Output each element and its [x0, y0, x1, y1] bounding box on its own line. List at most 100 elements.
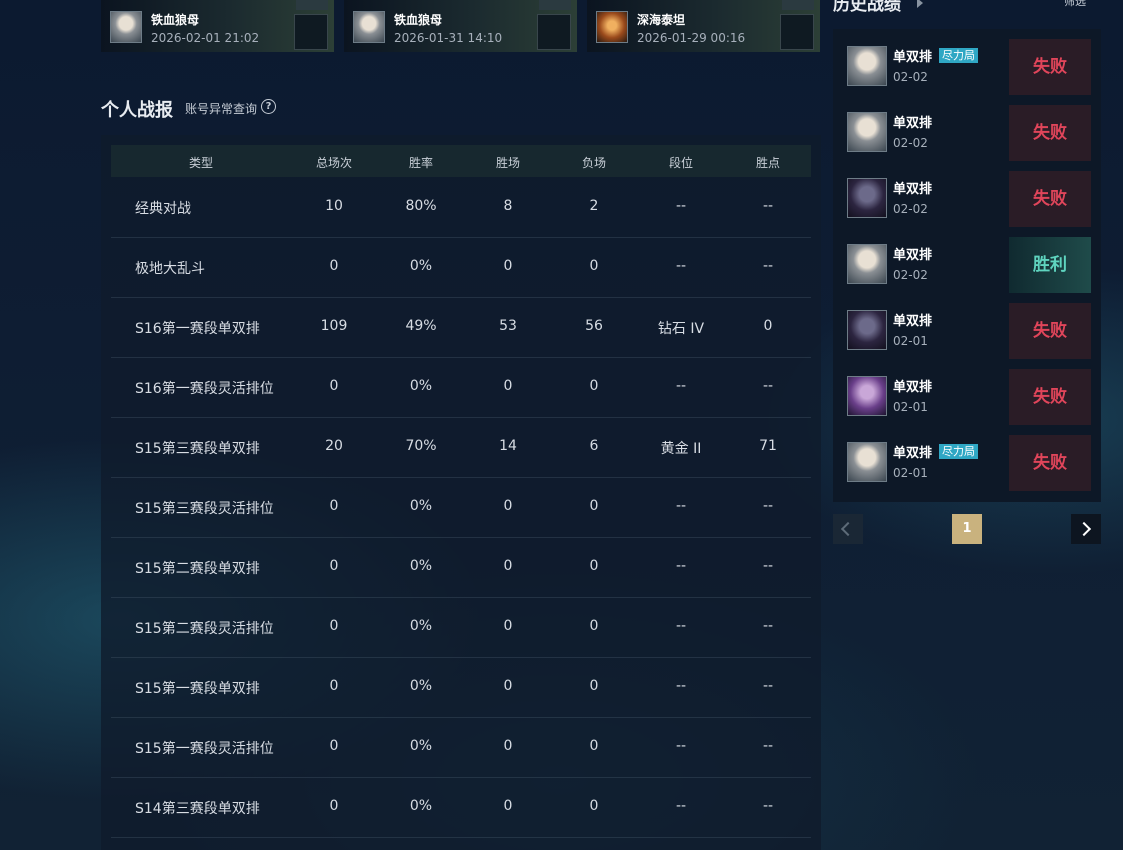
- match-history-item[interactable]: 单双排 02-01 失败: [843, 369, 1091, 425]
- row-rank: --: [675, 738, 687, 754]
- row-type: S15第二赛段灵活排位: [135, 621, 274, 637]
- row-winrate: 70%: [405, 438, 437, 454]
- row-total: 0: [329, 258, 339, 274]
- row-rank: --: [675, 198, 687, 214]
- table-row: S15第一赛段单双排 0 0% 0 0 -- --: [111, 657, 811, 718]
- row-wins: 0: [503, 558, 513, 574]
- match-history-item[interactable]: 单双排 02-02 失败: [843, 105, 1091, 161]
- match-result: 失败: [1009, 39, 1091, 95]
- row-type: S14第三赛段单双排: [135, 801, 260, 817]
- champion-portrait: [353, 11, 385, 43]
- match-mode: 单双排: [893, 380, 933, 395]
- recent-game-card[interactable]: 铁血狼母 2026-02-01 21:02: [101, 0, 334, 52]
- table-row: S16第一赛段灵活排位 0 0% 0 0 -- --: [111, 357, 811, 418]
- table-row: S15第三赛段灵活排位 0 0% 0 0 -- --: [111, 477, 811, 538]
- match-date: 02-02: [893, 136, 928, 150]
- row-losses: 2: [589, 198, 599, 214]
- match-date: 02-02: [893, 202, 928, 216]
- table-header: 类型 总场次 胜率 胜场 负场 段位 胜点: [111, 145, 811, 177]
- row-rank: 黄金 II: [660, 441, 702, 457]
- row-wins: 0: [503, 798, 513, 814]
- row-winrate: 80%: [405, 198, 437, 214]
- row-wins: 0: [503, 498, 513, 514]
- row-rank: --: [675, 498, 687, 514]
- caret-right-icon[interactable]: [917, 0, 923, 8]
- champion-portrait: [596, 11, 628, 43]
- match-mode: 单双排: [893, 50, 933, 65]
- row-rank: --: [675, 378, 687, 394]
- row-losses: 0: [589, 678, 599, 694]
- recent-game-card[interactable]: 深海泰坦 2026-01-29 00:16: [587, 0, 820, 52]
- row-total: 0: [329, 498, 339, 514]
- table-row: S14第三赛段单双排 0 0% 0 0 -- --: [111, 777, 811, 838]
- match-history-title: 历史战绩: [833, 0, 901, 15]
- match-mode: 单双排: [893, 314, 933, 329]
- match-history-item[interactable]: 单双排 尽力局 02-01 失败: [843, 435, 1091, 491]
- row-lp: --: [762, 738, 774, 754]
- filter-button[interactable]: 筛选: [1064, 0, 1086, 9]
- row-type: 经典对战: [135, 201, 191, 217]
- header-winrate: 胜率: [408, 156, 434, 170]
- minimap-thumbnail: [537, 14, 571, 50]
- row-winrate: 0%: [409, 678, 433, 694]
- row-type: 极地大乱斗: [135, 261, 205, 277]
- champion-portrait: [847, 244, 887, 284]
- chevron-right-icon: [1076, 521, 1092, 537]
- row-winrate: 0%: [409, 258, 433, 274]
- champion-name: 深海泰坦: [637, 13, 686, 27]
- match-history-list: 单双排 尽力局 02-02 失败 单双排 02-02 失败 单双排 02-02 失败 单双排 02-0…: [833, 29, 1101, 502]
- row-rank: --: [675, 618, 687, 634]
- row-type: S16第一赛段单双排: [135, 321, 260, 337]
- row-wins: 0: [503, 258, 513, 274]
- row-winrate: 0%: [409, 378, 433, 394]
- row-total: 0: [329, 798, 339, 814]
- match-result: 失败: [1009, 369, 1091, 425]
- row-winrate: 0%: [409, 498, 433, 514]
- match-mode: 单双排: [893, 248, 933, 263]
- match-date: 02-02: [893, 70, 928, 84]
- table-row: S16第一赛段单双排 109 49% 53 56 钻石 IV 0: [111, 297, 811, 358]
- champion-portrait: [847, 112, 887, 152]
- row-type: S15第一赛段灵活排位: [135, 741, 274, 757]
- row-total: 109: [320, 318, 348, 334]
- row-rank: --: [675, 258, 687, 274]
- match-date: 02-01: [893, 466, 928, 480]
- header-rank: 段位: [668, 156, 694, 170]
- match-history-item[interactable]: 单双排 02-02 失败: [843, 171, 1091, 227]
- row-wins: 14: [499, 438, 517, 454]
- minimap-thumbnail: [780, 14, 814, 50]
- account-abnormal-link[interactable]: 账号异常查询: [185, 100, 257, 117]
- row-losses: 0: [589, 258, 599, 274]
- header-total: 总场次: [315, 156, 353, 170]
- match-history-item[interactable]: 单双排 02-01 失败: [843, 303, 1091, 359]
- row-losses: 0: [589, 378, 599, 394]
- table-row: S15第三赛段单双排 20 70% 14 6 黄金 II 71: [111, 417, 811, 478]
- table-row: 极地大乱斗 0 0% 0 0 -- --: [111, 237, 811, 298]
- row-winrate: 0%: [409, 618, 433, 634]
- header-losses: 负场: [581, 156, 607, 170]
- champion-name: 铁血狼母: [394, 13, 443, 27]
- help-question-icon[interactable]: ?: [261, 99, 276, 114]
- prev-page-button[interactable]: [833, 514, 863, 544]
- effort-badge: 尽力局: [939, 444, 978, 459]
- page-number-button[interactable]: 1: [952, 514, 982, 544]
- header-type: 类型: [188, 156, 214, 170]
- row-losses: 0: [589, 738, 599, 754]
- row-total: 0: [329, 558, 339, 574]
- game-time: 2026-02-01 21:02: [151, 31, 260, 45]
- row-lp: --: [762, 498, 774, 514]
- match-history-item[interactable]: 单双排 02-02 胜利: [843, 237, 1091, 293]
- recent-game-card[interactable]: 铁血狼母 2026-01-31 14:10: [344, 0, 577, 52]
- match-history-item[interactable]: 单双排 尽力局 02-02 失败: [843, 39, 1091, 95]
- champion-portrait: [847, 178, 887, 218]
- next-page-button[interactable]: [1071, 514, 1101, 544]
- table-row: S15第二赛段单双排 0 0% 0 0 -- --: [111, 537, 811, 598]
- chevron-left-icon: [840, 521, 856, 537]
- header-lp: 胜点: [755, 156, 781, 170]
- champion-name: 铁血狼母: [151, 13, 200, 27]
- champion-portrait: [847, 442, 887, 482]
- row-lp: --: [762, 558, 774, 574]
- row-losses: 6: [589, 438, 599, 454]
- row-losses: 56: [585, 318, 603, 334]
- game-time: 2026-01-31 14:10: [394, 31, 503, 45]
